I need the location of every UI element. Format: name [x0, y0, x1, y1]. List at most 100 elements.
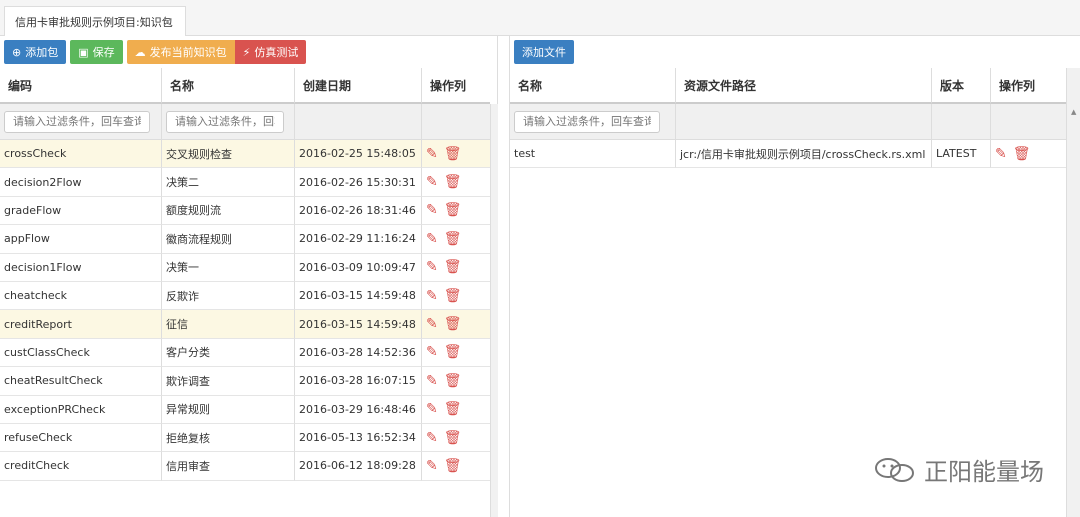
edit-icon[interactable]: ✎ — [426, 231, 438, 247]
table-row[interactable]: cheatcheck 反欺诈 2016-03-15 14:59:48 ✎ 🗑 — [0, 281, 490, 311]
trash-icon[interactable]: 🗑 — [444, 202, 462, 218]
edit-icon[interactable]: ✎ — [426, 259, 438, 275]
cell-name: 反欺诈 — [162, 281, 295, 311]
cell-date: 2016-02-25 15:48:05 — [295, 140, 422, 169]
table-row[interactable]: test jcr:/信用卡审批规则示例项目/crossCheck.rs.xml LA… — [510, 140, 1066, 169]
save-label: 保存 — [92, 46, 115, 59]
cell-code: decision1Flow — [0, 253, 162, 282]
scrollbar[interactable] — [490, 104, 498, 517]
table-header: 名称 资源文件路径 版本 操作列 — [510, 68, 1066, 104]
cell-name: 交叉规则检查 — [162, 140, 295, 169]
table-row[interactable]: refuseCheck 拒绝复核 2016-05-13 16:52:34 ✎ 🗑 — [0, 423, 490, 453]
edit-icon[interactable]: ✎ — [995, 146, 1007, 162]
edit-icon[interactable]: ✎ — [426, 174, 438, 190]
cell-name: 客户分类 — [162, 338, 295, 368]
scrollbar[interactable]: ▲ — [1066, 68, 1080, 517]
trash-icon[interactable]: 🗑 — [444, 458, 462, 474]
edit-icon[interactable]: ✎ — [426, 430, 438, 446]
add-package-label: 添加包 — [25, 46, 59, 59]
cloud-upload-icon: ☁ — [134, 45, 146, 59]
table-row[interactable]: exceptionPRCheck 异常规则 2016-03-29 16:48:46 ✎… — [0, 395, 490, 424]
edit-icon[interactable]: ✎ — [426, 202, 438, 218]
cell-code: cheatResultCheck — [0, 367, 162, 396]
edit-icon[interactable]: ✎ — [426, 316, 438, 332]
filter-input-name[interactable] — [166, 110, 284, 133]
cell-name: 额度规则流 — [162, 196, 295, 226]
table-row[interactable]: custClassCheck 客户分类 2016-03-28 14:52:36 ✎ 🗑 — [0, 338, 490, 368]
table-row[interactable]: gradeFlow 额度规则流 2016-02-26 18:31:46 ✎ 🗑 — [0, 196, 490, 226]
tab-title: 信用卡审批规则示例项目:知识包 — [15, 16, 173, 29]
table-body: test jcr:/信用卡审批规则示例项目/crossCheck.rs.xml LA… — [510, 140, 1066, 169]
trash-icon[interactable]: 🗑 — [444, 174, 462, 190]
close-icon[interactable]: × — [162, 15, 173, 30]
cell-date: 2016-03-28 14:52:36 — [295, 338, 422, 368]
filter-input-code[interactable] — [4, 110, 150, 133]
file-panel: 添加文件 名称 资源文件路径 版本 操作列 testjcr:/信用卡审批规则示例… — [509, 36, 1080, 517]
column-header-code[interactable]: 编码 — [0, 68, 162, 104]
column-header-name[interactable]: 名称 — [162, 68, 295, 104]
column-header-name[interactable]: 名称 — [510, 68, 676, 104]
cell-code: cheatcheck — [0, 281, 162, 311]
table-row[interactable]: appFlow 徽商流程规则 2016-02-29 11:16:24 ✎ 🗑 — [0, 225, 490, 254]
column-header-date[interactable]: 创建日期 — [295, 68, 422, 104]
table-row[interactable]: decision1Flow 决策一 2016-03-09 10:09:47 ✎ 🗑 — [0, 253, 490, 282]
add-file-button[interactable]: 添加文件 — [514, 40, 574, 64]
tab-bar: 信用卡审批规则示例项目:知识包 × — [0, 0, 1080, 36]
column-header-actions: 操作列 — [991, 68, 1066, 104]
simulate-button[interactable]: ⚡ 仿真测试 — [234, 40, 307, 64]
publish-label: 发布当前知识包 — [149, 46, 227, 59]
edit-icon[interactable]: ✎ — [426, 458, 438, 474]
trash-icon[interactable]: 🗑 — [444, 259, 462, 275]
cell-code: creditCheck — [0, 452, 162, 481]
watermark: 正阳能量场 — [874, 452, 1044, 487]
cell-date: 2016-03-28 16:07:15 — [295, 367, 422, 396]
add-file-label: 添加文件 — [522, 46, 566, 59]
edit-icon[interactable]: ✎ — [426, 288, 438, 304]
save-button[interactable]: ▣ 保存 — [70, 40, 123, 64]
trash-icon[interactable]: 🗑 — [444, 231, 462, 247]
cell-name: 拒绝复核 — [162, 423, 295, 453]
add-package-button[interactable]: ⊕ 添加包 — [4, 40, 67, 64]
plus-circle-icon: ⊕ — [12, 45, 22, 59]
table-row[interactable]: crossCheck 交叉规则检查 2016-02-25 15:48:05 ✎ 🗑 — [0, 140, 490, 169]
table-row[interactable]: creditReport 征信 2016-03-15 14:59:48 ✎ 🗑 — [0, 310, 490, 339]
cell-name: 异常规则 — [162, 395, 295, 424]
file-toolbar: 添加文件 — [514, 40, 578, 64]
cell-code: custClassCheck — [0, 338, 162, 368]
edit-icon[interactable]: ✎ — [426, 344, 438, 360]
cell-date: 2016-05-13 16:52:34 — [295, 423, 422, 453]
cell-date: 2016-06-12 18:09:28 — [295, 452, 422, 481]
trash-icon[interactable]: 🗑 — [444, 288, 462, 304]
package-panel: ⊕ 添加包 ▣ 保存 ☁ 发布当前知识包 ⚡ 仿真测试 编码 名称 创建日期 操… — [0, 36, 498, 517]
filter-input-name[interactable] — [514, 110, 660, 133]
trash-icon[interactable]: 🗑 — [444, 146, 462, 162]
cell-date: 2016-03-09 10:09:47 — [295, 253, 422, 282]
cell-name: 决策一 — [162, 253, 295, 282]
cell-name: 欺诈调查 — [162, 367, 295, 396]
watermark-text: 正阳能量场 — [924, 458, 1044, 486]
filter-row — [0, 104, 490, 140]
column-header-path[interactable]: 资源文件路径 — [676, 68, 932, 104]
cell-date: 2016-03-15 14:59:48 — [295, 310, 422, 339]
scroll-up-icon[interactable]: ▲ — [1071, 108, 1076, 116]
wechat-icon — [875, 457, 914, 482]
tab-knowledge-package[interactable]: 信用卡审批规则示例项目:知识包 × — [4, 6, 186, 36]
edit-icon[interactable]: ✎ — [426, 146, 438, 162]
publish-button[interactable]: ☁ 发布当前知识包 — [126, 40, 235, 64]
filter-row — [510, 104, 1066, 140]
trash-icon[interactable]: 🗑 — [444, 430, 462, 446]
trash-icon[interactable]: 🗑 — [444, 401, 462, 417]
cell-date: 2016-02-26 15:30:31 — [295, 168, 422, 197]
trash-icon[interactable]: 🗑 — [444, 373, 462, 389]
table-row[interactable]: decision2Flow 决策二 2016-02-26 15:30:31 ✎ 🗑 — [0, 168, 490, 197]
table-row[interactable]: creditCheck 信用审查 2016-06-12 18:09:28 ✎ 🗑 — [0, 452, 490, 481]
trash-icon[interactable]: 🗑 — [444, 316, 462, 332]
table-row[interactable]: cheatResultCheck 欺诈调查 2016-03-28 16:07:15 ✎… — [0, 367, 490, 396]
trash-icon[interactable]: 🗑 — [444, 344, 462, 360]
trash-icon[interactable]: 🗑 — [1013, 146, 1031, 162]
edit-icon[interactable]: ✎ — [426, 373, 438, 389]
column-header-version[interactable]: 版本 — [932, 68, 991, 104]
package-table: 编码 名称 创建日期 操作列 crossCheck交叉规则检查2016-02-2… — [0, 68, 490, 481]
package-toolbar: ⊕ 添加包 ▣ 保存 ☁ 发布当前知识包 ⚡ 仿真测试 — [4, 40, 310, 64]
edit-icon[interactable]: ✎ — [426, 401, 438, 417]
